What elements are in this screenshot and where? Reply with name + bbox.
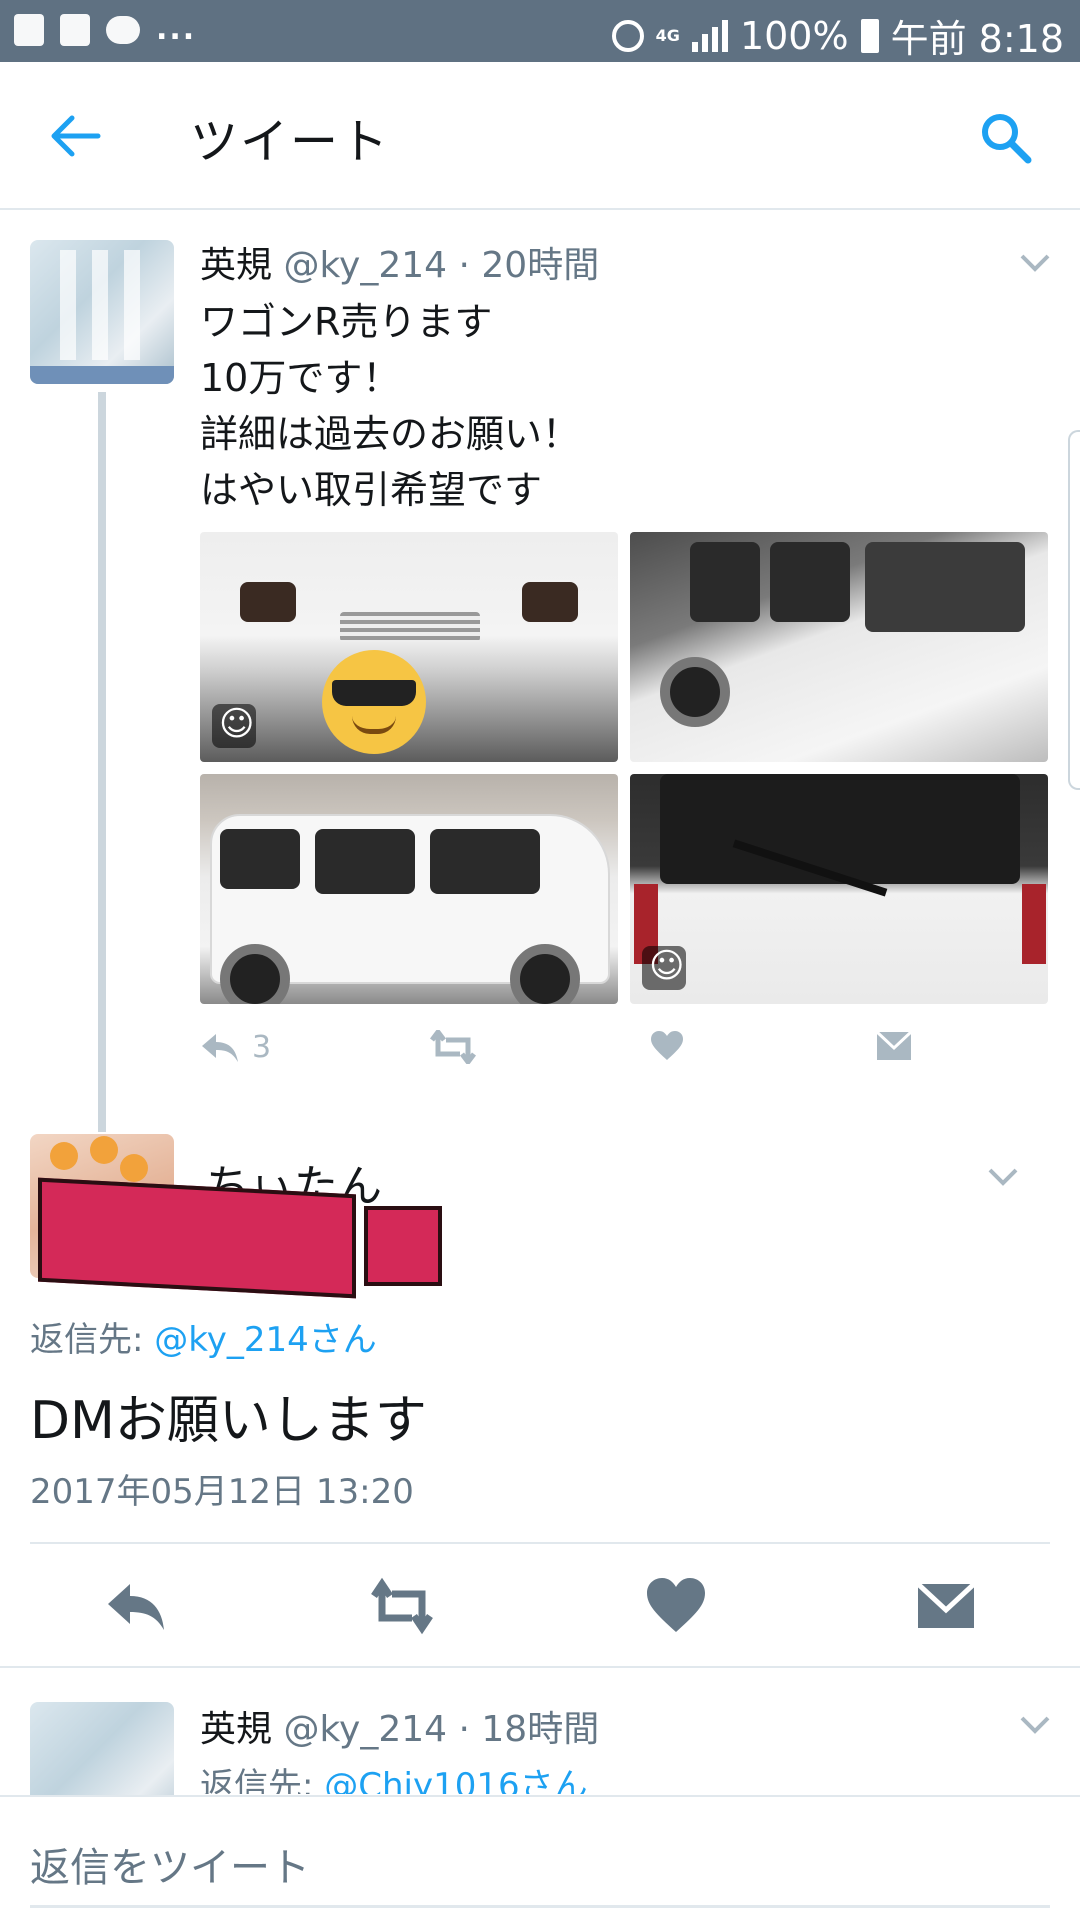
retweet-icon[interactable] (370, 1574, 434, 1638)
app-bar: ツイート (0, 62, 1080, 210)
envelope-icon[interactable] (914, 1574, 978, 1638)
tweet-photo[interactable] (630, 532, 1048, 762)
tweet-header: 英規 @ky_214 · 20時間 (200, 236, 599, 288)
tweet-timestamp: 2017年05月12日 13:20 (30, 1472, 414, 1512)
chevron-down-icon[interactable] (988, 1168, 1018, 1186)
sticker-face-icon[interactable] (212, 704, 256, 748)
reply-icon (202, 1033, 238, 1062)
reply-input[interactable]: 返信をツイート (30, 1835, 310, 1893)
author-name[interactable]: 英規 (200, 245, 272, 286)
tweet-photo[interactable] (200, 774, 618, 1004)
thread-connector (98, 392, 106, 1132)
tweet-line: ワゴンR売ります (200, 300, 493, 344)
alarm-icon (611, 19, 644, 52)
contact-card-icon (14, 13, 44, 46)
arrow-left-icon[interactable] (46, 112, 102, 160)
chevron-down-icon[interactable] (1020, 1716, 1050, 1734)
reply-icon[interactable] (104, 1574, 168, 1638)
overflow-indicator: ... (156, 12, 197, 47)
heart-icon[interactable] (644, 1574, 708, 1638)
tweet-actions: 3 (200, 1030, 920, 1080)
reply-prefix: 返信先: (30, 1320, 155, 1360)
weather-icon (106, 15, 140, 44)
reply-mention-link[interactable]: @ky_214さん (154, 1320, 377, 1360)
author-name[interactable]: 英規 (200, 1709, 272, 1750)
input-underline (30, 1905, 1050, 1908)
tweet-photo[interactable] (200, 532, 618, 762)
tweet-line: はやい取引希望です (200, 468, 543, 512)
mail-icon (60, 13, 90, 46)
reply-mention-link[interactable]: @Chiy1016さん (324, 1766, 587, 1794)
tweet-line: 詳細は過去のお願い！ (200, 412, 581, 456)
retweet-button[interactable] (430, 1030, 476, 1064)
sunglasses-emoji-sticker (322, 650, 426, 754)
tweet-text: DMお願いします (30, 1391, 427, 1451)
reply-count: 3 (252, 1030, 272, 1065)
reply-composer: 返信をツイート (0, 1795, 1080, 1920)
redaction-marker (38, 1177, 356, 1299)
battery-icon (860, 18, 879, 53)
tweet-actions (0, 1574, 1080, 1644)
reply-button[interactable]: 3 (200, 1030, 271, 1065)
tweet-text: ワゴンR売ります 10万です！ 詳細は過去のお願い！ はやい取引希望です (200, 294, 580, 518)
search-icon[interactable] (978, 110, 1034, 166)
scroll-indicator[interactable] (1068, 430, 1080, 790)
tweet-photo[interactable] (630, 774, 1048, 1004)
tweet-header: 英規 @ky_214 · 18時間 (200, 1700, 599, 1752)
status-bar: ... 4G 100% 午前 8:18 (0, 0, 1080, 62)
battery-percent: 100% (739, 13, 849, 58)
envelope-icon (875, 1030, 913, 1060)
retweet-icon (430, 1030, 476, 1064)
divider (0, 1666, 1080, 1668)
signal-icon (691, 19, 728, 52)
reply-prefix: 返信先: (200, 1766, 325, 1794)
divider (30, 1542, 1050, 1544)
heart-icon (651, 1031, 683, 1060)
sticker-face-icon[interactable] (642, 946, 686, 990)
network-type: 4G (655, 25, 680, 45)
author-meta: @ky_214 · 20時間 (283, 245, 600, 286)
system-indicators: 4G 100% 午前 8:18 (611, 8, 1064, 63)
tweet-line: 10万です！ (200, 356, 401, 400)
reply-to-line: 返信先: @ky_214さん (30, 1312, 377, 1361)
chevron-down-icon[interactable] (1020, 254, 1050, 272)
like-button[interactable] (650, 1030, 684, 1062)
car-grille (340, 612, 480, 642)
avatar[interactable] (30, 240, 174, 384)
dm-button[interactable] (875, 1030, 913, 1062)
notification-icons: ... (14, 12, 196, 47)
reply-to-line: 返信先: @Chiy1016さん (200, 1758, 588, 1794)
clock: 午前 8:18 (890, 17, 1064, 61)
page-title: ツイート (190, 114, 391, 170)
redaction-marker (364, 1206, 442, 1286)
author-meta: @ky_214 · 18時間 (283, 1709, 600, 1750)
